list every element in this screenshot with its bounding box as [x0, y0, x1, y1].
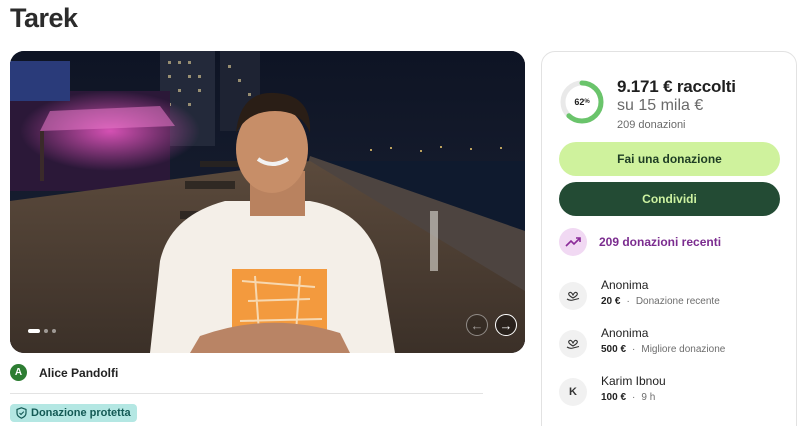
donate-button[interactable]: Fai una donazione: [559, 142, 780, 176]
meta-separator: ·: [632, 392, 636, 403]
goal-amount: su 15 mila €: [617, 97, 704, 114]
hero-photo: [10, 51, 525, 353]
shield-icon: [16, 407, 27, 419]
progress-ring: 62%: [559, 79, 605, 125]
donor-info: Anonima 500 € · Migliore donazione: [601, 326, 725, 355]
arrow-left-icon: ←: [470, 317, 484, 333]
heart-hand-icon: [559, 330, 587, 358]
donor-meta: 500 € · Migliore donazione: [601, 344, 725, 355]
meta-separator: ·: [626, 296, 630, 307]
trending-up-icon: [559, 228, 587, 256]
organizer-name[interactable]: Alice Pandolfi: [39, 366, 118, 380]
recent-donations-link[interactable]: 209 donazioni recenti: [559, 228, 721, 256]
recent-donations-label: 209 donazioni recenti: [599, 235, 722, 249]
donor-name: Karim Ibnou: [601, 374, 666, 388]
donor-item: Anonima 500 € · Migliore donazione: [559, 326, 725, 358]
protected-donation-badge[interactable]: Donazione protetta: [10, 404, 137, 422]
carousel-prev-button[interactable]: ←: [466, 314, 488, 336]
divider: [10, 393, 483, 394]
donation-count: 209 donazioni: [617, 119, 686, 131]
carousel-dot-active[interactable]: [28, 329, 40, 333]
progress-percent: 62%: [559, 79, 605, 125]
share-button[interactable]: Condividi: [559, 182, 780, 216]
donor-item: Anonima 20 € · Donazione recente: [559, 278, 720, 310]
donor-name: Anonima: [601, 326, 649, 340]
donor-amount: 20 €: [601, 296, 621, 307]
donor-meta: 100 € · 9 h: [601, 392, 666, 403]
donor-initial-avatar: K: [559, 378, 587, 406]
heart-hand-icon: [559, 282, 587, 310]
progress-percent-suffix: %: [584, 99, 590, 105]
progress-percent-value: 62: [574, 97, 585, 107]
donor-name: Anonima: [601, 278, 649, 292]
page-title: Tarek: [10, 3, 78, 33]
amount-raised: 9.171 € raccolti: [617, 77, 736, 96]
organizer[interactable]: A Alice Pandolfi: [10, 364, 118, 381]
donor-amount: 100 €: [601, 392, 627, 403]
donor-note: Migliore donazione: [641, 344, 726, 355]
hero-image[interactable]: ← →: [10, 51, 525, 353]
carousel-dot[interactable]: [44, 329, 48, 333]
donor-item: K Karim Ibnou 100 € · 9 h: [559, 374, 666, 406]
donor-note: 9 h: [641, 392, 656, 403]
arrow-right-icon: →: [499, 317, 513, 333]
carousel-dot[interactable]: [52, 329, 56, 333]
donor-note: Donazione recente: [635, 296, 720, 307]
meta-separator: ·: [632, 344, 636, 355]
protected-donation-label: Donazione protetta: [31, 407, 131, 419]
carousel-dots[interactable]: [28, 329, 56, 333]
donor-info: Karim Ibnou 100 € · 9 h: [601, 374, 666, 403]
donor-meta: 20 € · Donazione recente: [601, 296, 720, 307]
donor-info: Anonima 20 € · Donazione recente: [601, 278, 720, 307]
organizer-avatar: A: [10, 364, 27, 381]
donor-amount: 500 €: [601, 344, 627, 355]
carousel-next-button[interactable]: →: [495, 314, 517, 336]
donation-card: 62% 9.171 € raccolti su 15 mila € 209 do…: [541, 51, 797, 426]
